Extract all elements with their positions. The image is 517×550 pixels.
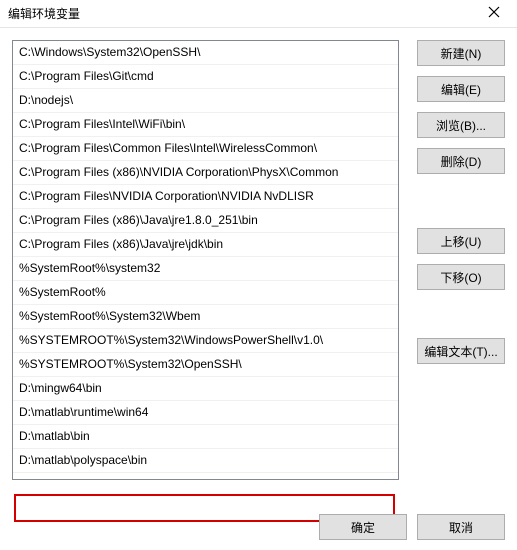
path-list-item[interactable]: D:\matlab\runtime\win64 [13,401,398,425]
path-list-item[interactable]: C:\Program Files\Common Files\Intel\Wire… [13,137,398,161]
path-list-item[interactable]: C:\Program Files (x86)\NVIDIA Corporatio… [13,161,398,185]
move-down-button[interactable]: 下移(O) [417,264,505,290]
path-list-container: C:\Windows\System32\OpenSSH\C:\Program F… [12,40,399,500]
path-list-item[interactable]: D:\010 Editor [13,473,398,480]
delete-button[interactable]: 删除(D) [417,148,505,174]
path-list-item[interactable]: D:\matlab\bin [13,425,398,449]
close-icon [488,6,500,18]
path-list-item[interactable]: %SystemRoot%\System32\Wbem [13,305,398,329]
titlebar: 编辑环境变量 [0,0,517,28]
path-list-item[interactable]: C:\Program Files\NVIDIA Corporation\NVID… [13,185,398,209]
path-list-item[interactable]: C:\Program Files\Git\cmd [13,65,398,89]
path-list-item[interactable]: %SystemRoot%\system32 [13,257,398,281]
path-list-item[interactable]: C:\Program Files (x86)\Java\jre1.8.0_251… [13,209,398,233]
path-list-item[interactable]: D:\matlab\polyspace\bin [13,449,398,473]
path-listbox[interactable]: C:\Windows\System32\OpenSSH\C:\Program F… [12,40,399,480]
path-list-item[interactable]: %SYSTEMROOT%\System32\WindowsPowerShell\… [13,329,398,353]
path-list-item[interactable]: %SYSTEMROOT%\System32\OpenSSH\ [13,353,398,377]
path-list-item[interactable]: D:\nodejs\ [13,89,398,113]
path-list-item[interactable]: C:\Windows\System32\OpenSSH\ [13,41,398,65]
path-list-item[interactable]: %SystemRoot% [13,281,398,305]
browse-button[interactable]: 浏览(B)... [417,112,505,138]
edit-text-button[interactable]: 编辑文本(T)... [417,338,505,364]
close-button[interactable] [479,6,509,21]
new-button[interactable]: 新建(N) [417,40,505,66]
button-column: 新建(N) 编辑(E) 浏览(B)... 删除(D) 上移(U) 下移(O) 编… [417,40,505,500]
ok-button[interactable]: 确定 [319,514,407,540]
window-title: 编辑环境变量 [8,5,479,22]
edit-button[interactable]: 编辑(E) [417,76,505,102]
cancel-button[interactable]: 取消 [417,514,505,540]
footer-buttons: 确定 取消 [319,514,505,540]
dialog-body: C:\Windows\System32\OpenSSH\C:\Program F… [12,40,505,500]
path-list-item[interactable]: C:\Program Files (x86)\Java\jre\jdk\bin [13,233,398,257]
path-list-item[interactable]: C:\Program Files\Intel\WiFi\bin\ [13,113,398,137]
path-list-item[interactable]: D:\mingw64\bin [13,377,398,401]
move-up-button[interactable]: 上移(U) [417,228,505,254]
